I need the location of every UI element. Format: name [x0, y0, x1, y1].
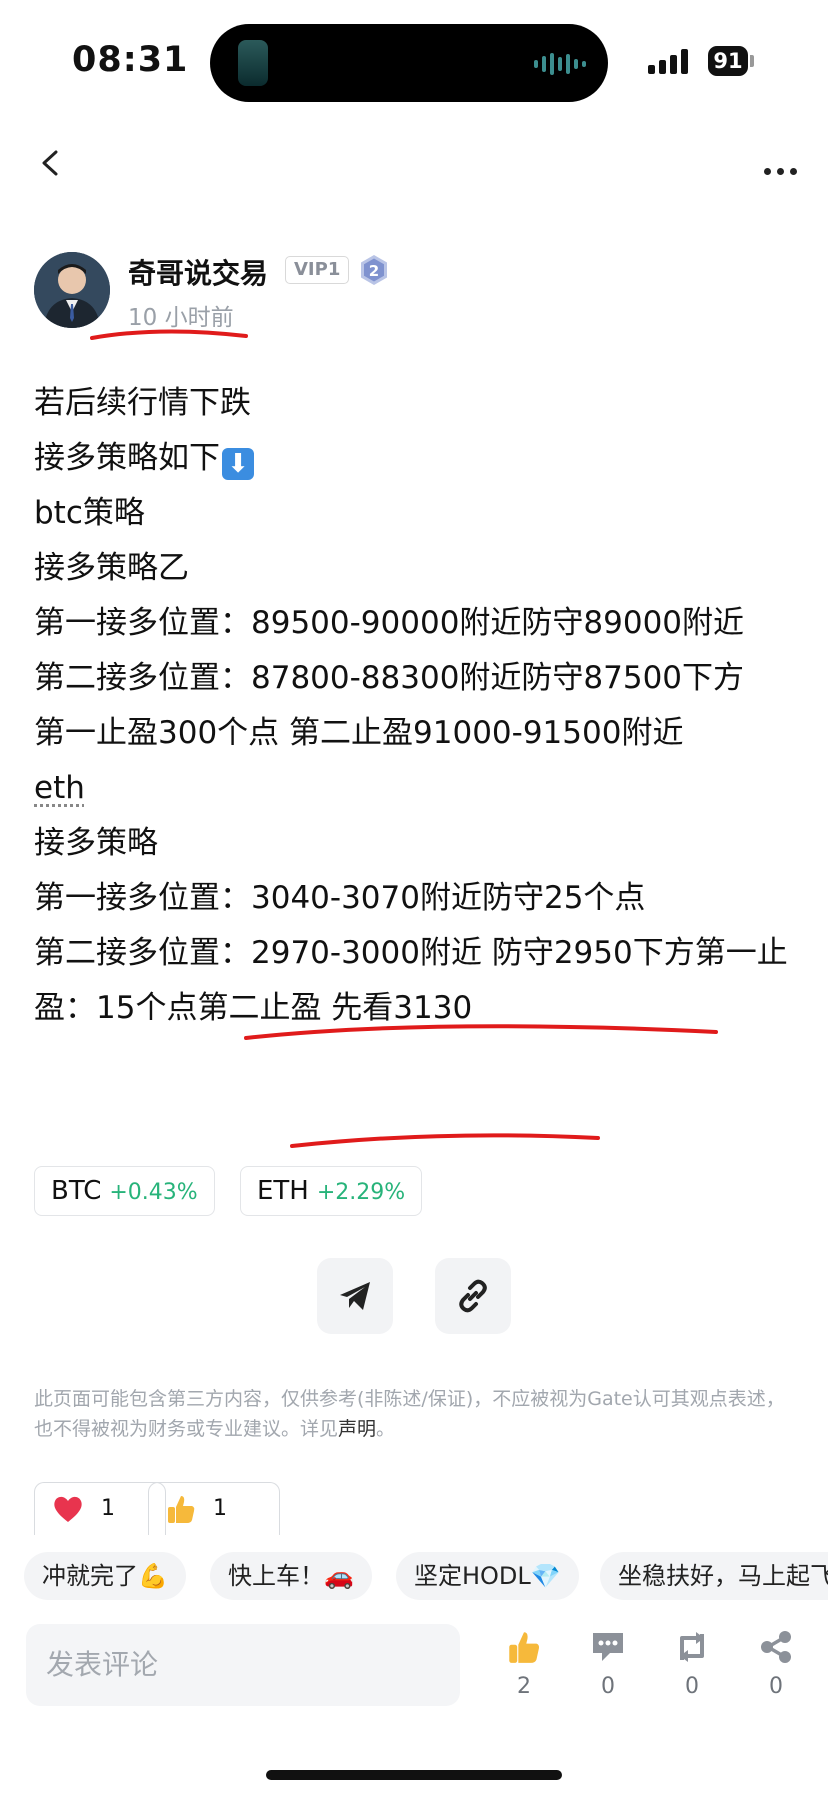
post-line: btc策略 — [34, 495, 145, 531]
dynamic-island — [210, 24, 608, 102]
post-line: 接多策略乙 — [34, 550, 189, 586]
author-name[interactable]: 奇哥说交易 — [128, 252, 268, 292]
reaction-heart[interactable]: 1 — [34, 1482, 166, 1535]
telegram-icon — [340, 1282, 370, 1310]
back-chevron-icon[interactable] — [38, 150, 64, 176]
post-line: 第一接多位置：89500-90000附近防守89000附近 — [34, 605, 745, 641]
post-line: 第一止盈300个点 第二止盈91000-91500附近 — [34, 715, 684, 751]
down-arrow-emoji-icon: ⬇ — [222, 448, 254, 480]
heart-icon — [54, 1496, 82, 1522]
ticker-tag-eth[interactable]: ETH +2.29% — [240, 1166, 423, 1216]
now-playing-thumbnail — [238, 40, 268, 86]
post-line-eth[interactable]: eth — [34, 761, 794, 816]
share-icon — [761, 1631, 791, 1663]
quick-reply-chip[interactable]: 坚定HODL💎 — [396, 1552, 579, 1600]
post-line: 接多策略 — [34, 825, 158, 861]
repost-button[interactable]: 0 — [662, 1630, 722, 1699]
post-time: 10 小时前 — [128, 305, 234, 331]
cellular-signal-icon — [648, 48, 688, 74]
level-number: 2 — [369, 262, 379, 280]
thumbs-up-icon — [168, 1496, 195, 1523]
status-time: 08:31 — [72, 40, 189, 80]
audio-wave-icon — [534, 52, 586, 76]
like-button[interactable]: 2 — [494, 1630, 554, 1699]
disclaimer-text: 此页面可能包含第三方内容，仅供参考(非陈述/保证)，不应被视为Gate认可其观点… — [34, 1388, 785, 1440]
link-icon — [459, 1279, 487, 1313]
comment-input[interactable]: 发表评论 — [26, 1624, 460, 1706]
ticker-tag-btc[interactable]: BTC +0.43% — [34, 1166, 215, 1216]
repost-icon — [680, 1632, 704, 1662]
comment-bubble-icon — [593, 1633, 623, 1661]
comment-button[interactable]: 0 — [578, 1630, 638, 1699]
post-line: 第二接多位置：2970-3000附近 防守2950下方第一止盈：15个点第二止盈… — [34, 935, 788, 1026]
author-avatar[interactable] — [34, 252, 110, 328]
statement-link[interactable]: 声明 — [338, 1418, 376, 1440]
quick-reply-chip[interactable]: 冲就完了💪 — [24, 1552, 186, 1600]
more-options-icon[interactable] — [764, 168, 797, 175]
quick-reply-chip[interactable]: 坐稳扶好，马上起飞 — [600, 1552, 828, 1600]
post-line: 第一接多位置：3040-3070附近防守25个点 — [34, 880, 646, 916]
post-line: 第二接多位置：87800-88300附近防守87500下方 — [34, 660, 745, 696]
home-indicator[interactable] — [266, 1770, 562, 1780]
telegram-share-button[interactable] — [317, 1258, 393, 1334]
battery-tip — [750, 55, 754, 67]
post-line: 接多策略如下 ⬇ — [34, 431, 794, 486]
post-line: 若后续行情下跌 — [34, 385, 251, 421]
vip-badge: VIP1 — [285, 256, 350, 284]
thumbs-up-icon — [509, 1632, 540, 1663]
copy-link-button[interactable] — [435, 1258, 511, 1334]
quick-reply-chip[interactable]: 快上车！🚗 — [210, 1552, 372, 1600]
post-content: 若后续行情下跌 接多策略如下 ⬇ btc策略 接多策略乙 第一接多位置：89500… — [34, 376, 794, 1036]
reaction-thumbs-up[interactable]: 1 — [148, 1482, 280, 1535]
share-button[interactable]: 0 — [746, 1630, 806, 1699]
level-badge-icon: 2 — [361, 255, 387, 285]
battery-icon: 91 — [708, 46, 748, 76]
